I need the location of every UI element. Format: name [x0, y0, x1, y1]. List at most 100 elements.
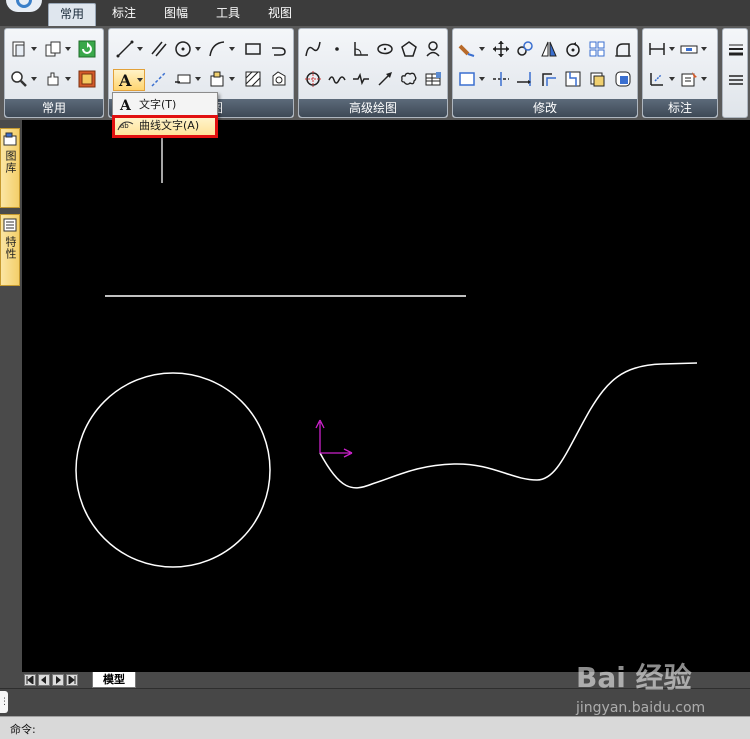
break-button[interactable]	[563, 69, 583, 89]
circle-entity[interactable]	[75, 372, 271, 568]
lineweight-button[interactable]	[726, 39, 746, 59]
hand-icon	[47, 72, 59, 86]
next-layout-button[interactable]	[52, 674, 64, 686]
construction-line-button[interactable]	[149, 69, 169, 89]
select-window-dropdown[interactable]	[479, 69, 485, 89]
first-icon	[26, 676, 34, 684]
arc-button[interactable]	[207, 39, 227, 59]
new-file-button[interactable]	[9, 39, 29, 59]
move-button[interactable]	[491, 39, 511, 59]
trim-button[interactable]	[491, 69, 511, 89]
circle-dropdown[interactable]	[195, 39, 201, 59]
break-line-button[interactable]	[351, 69, 371, 89]
linear-dimension-dropdown[interactable]	[669, 39, 675, 59]
new-file-dropdown[interactable]	[31, 39, 37, 59]
tab-tools[interactable]: 工具	[206, 3, 250, 26]
fillet-button[interactable]	[613, 69, 633, 89]
rectangle-button[interactable]	[243, 39, 263, 59]
offset-button[interactable]	[539, 69, 559, 89]
copy-dropdown[interactable]	[65, 39, 71, 59]
insert-block-icon	[175, 74, 191, 84]
side-palette-bar: 图库 特性	[0, 120, 22, 688]
spline-curve-entity[interactable]	[319, 362, 698, 489]
tab-view[interactable]: 视图	[258, 3, 302, 26]
app-menu-button[interactable]	[6, 0, 42, 12]
zoom-button[interactable]	[9, 69, 29, 89]
polyline-button[interactable]	[269, 39, 289, 59]
magnifier-icon	[11, 71, 27, 87]
tab-common[interactable]: 常用	[48, 3, 96, 26]
rectangle-icon	[245, 43, 261, 55]
dimension-style-dropdown[interactable]	[701, 39, 707, 59]
linetype-button[interactable]	[726, 69, 746, 89]
point-button[interactable]	[327, 39, 347, 59]
last-layout-button[interactable]	[66, 674, 78, 686]
tolerance-button[interactable]	[679, 69, 699, 89]
text-dropdown[interactable]	[137, 70, 143, 90]
parallel-line-button[interactable]	[149, 39, 169, 59]
line-dropdown[interactable]	[137, 39, 143, 59]
hatch-button[interactable]	[243, 69, 263, 89]
region-button[interactable]	[269, 69, 289, 89]
last-icon	[68, 676, 76, 684]
center-line-button[interactable]	[303, 69, 323, 89]
dimension-style-button[interactable]	[679, 39, 699, 59]
command-grip-icon[interactable]: ⋮	[0, 691, 9, 713]
refresh-button[interactable]	[77, 39, 97, 59]
stretch-button[interactable]	[613, 39, 633, 59]
symbol-button[interactable]	[423, 39, 443, 59]
cad-application: 常用 标注 图幅 工具 视图 常用 A 高级绘图 修改 标注 图库 特性 A 文…	[0, 0, 750, 739]
mirror-button[interactable]	[539, 39, 559, 59]
table-button[interactable]	[423, 69, 443, 89]
extend-button[interactable]	[515, 69, 535, 89]
copy-button[interactable]	[43, 39, 63, 59]
linear-dimension-button[interactable]	[647, 39, 667, 59]
insert-block-button[interactable]	[173, 69, 193, 89]
array-button[interactable]	[587, 39, 607, 59]
stretch-icon	[615, 43, 631, 57]
erase-dropdown[interactable]	[479, 39, 485, 59]
pan-button[interactable]	[43, 69, 63, 89]
side-tab-library[interactable]: 图库	[0, 128, 20, 208]
chamfer-button[interactable]	[587, 69, 607, 89]
create-block-button[interactable]	[207, 69, 227, 89]
ellipse-icon	[377, 43, 393, 55]
copy-objects-icon	[517, 41, 533, 56]
circle-button[interactable]	[173, 39, 193, 59]
insert-block-dropdown[interactable]	[195, 69, 201, 89]
polygon-button[interactable]	[399, 39, 419, 59]
line-button[interactable]	[115, 39, 135, 59]
library-icon	[3, 132, 17, 146]
angle-line-button[interactable]	[351, 39, 371, 59]
tolerance-dropdown[interactable]	[701, 69, 707, 89]
ellipse-button[interactable]	[375, 39, 395, 59]
ordinate-dimension-button[interactable]	[647, 69, 667, 89]
arrow-button[interactable]	[375, 69, 395, 89]
eraser-icon	[458, 44, 475, 57]
tab-drawing-frame[interactable]: 图幅	[154, 3, 198, 26]
spline-button[interactable]	[303, 39, 323, 59]
prev-layout-button[interactable]	[38, 674, 50, 686]
zoom-dropdown[interactable]	[31, 69, 37, 89]
command-prompt: 命令:	[10, 723, 36, 736]
side-tab-properties[interactable]: 特性	[0, 214, 20, 286]
tab-model[interactable]: 模型	[92, 672, 136, 688]
text-button[interactable]: A	[115, 70, 135, 90]
menu-item-text[interactable]: A 文字(T)	[113, 94, 217, 114]
ordinate-dimension-dropdown[interactable]	[669, 69, 675, 89]
cloud-line-button[interactable]	[399, 69, 419, 89]
copy-object-button[interactable]	[515, 39, 535, 59]
first-layout-button[interactable]	[24, 674, 36, 686]
select-window-button[interactable]	[457, 69, 477, 89]
tab-dimension[interactable]: 标注	[102, 3, 146, 26]
wave-line-button[interactable]	[327, 69, 347, 89]
create-block-dropdown[interactable]	[229, 69, 235, 89]
layer-button[interactable]	[77, 69, 97, 89]
group-advanced-draw: 高级绘图	[298, 28, 448, 118]
rotate-button[interactable]	[563, 39, 583, 59]
arc-dropdown[interactable]	[229, 39, 235, 59]
pan-dropdown[interactable]	[65, 69, 71, 89]
drawing-canvas[interactable]	[22, 120, 750, 672]
new-file-icon	[12, 41, 25, 57]
erase-button[interactable]	[457, 39, 477, 59]
